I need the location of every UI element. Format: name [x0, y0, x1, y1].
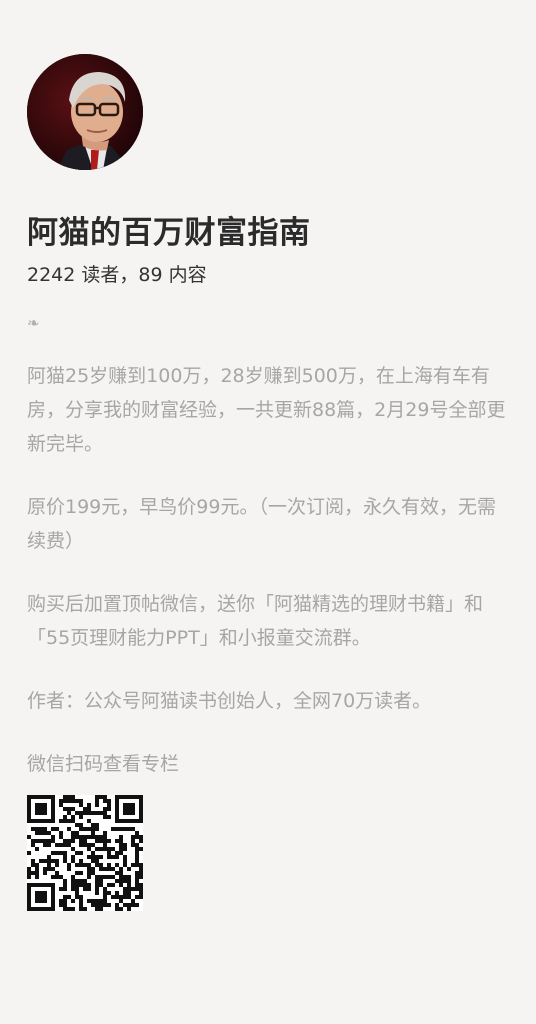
- floral-heart-icon: ❧: [27, 314, 40, 332]
- description-paragraph-1: 阿猫25岁赚到100万，28岁赚到500万，在上海有车有房，分享我的财富经验，一…: [27, 365, 506, 455]
- description-paragraph-3: 购买后加置顶帖微信，送你「阿猫精选的理财书籍」和「55页理财能力PPT」和小报童…: [27, 593, 484, 649]
- reader-content-count: 2242 读者，89 内容: [27, 264, 207, 286]
- avatar-photo: [27, 54, 143, 170]
- avatar: [27, 54, 143, 170]
- qr-code[interactable]: [27, 795, 143, 911]
- column-intro: 阿猫的百万财富指南 2242 读者，89 内容 ❧ 阿猫25岁赚到100万，28…: [27, 54, 507, 911]
- qr-code-image: [27, 795, 143, 911]
- description-paragraph-2: 原价199元，早鸟价99元。（一次订阅，永久有效，无需续费）: [27, 496, 496, 552]
- column-title: 阿猫的百万财富指南: [27, 215, 311, 251]
- scan-label: 微信扫码查看专栏: [27, 753, 180, 775]
- description-paragraph-4: 作者：公众号阿猫读书创始人，全网70万读者。: [27, 690, 432, 712]
